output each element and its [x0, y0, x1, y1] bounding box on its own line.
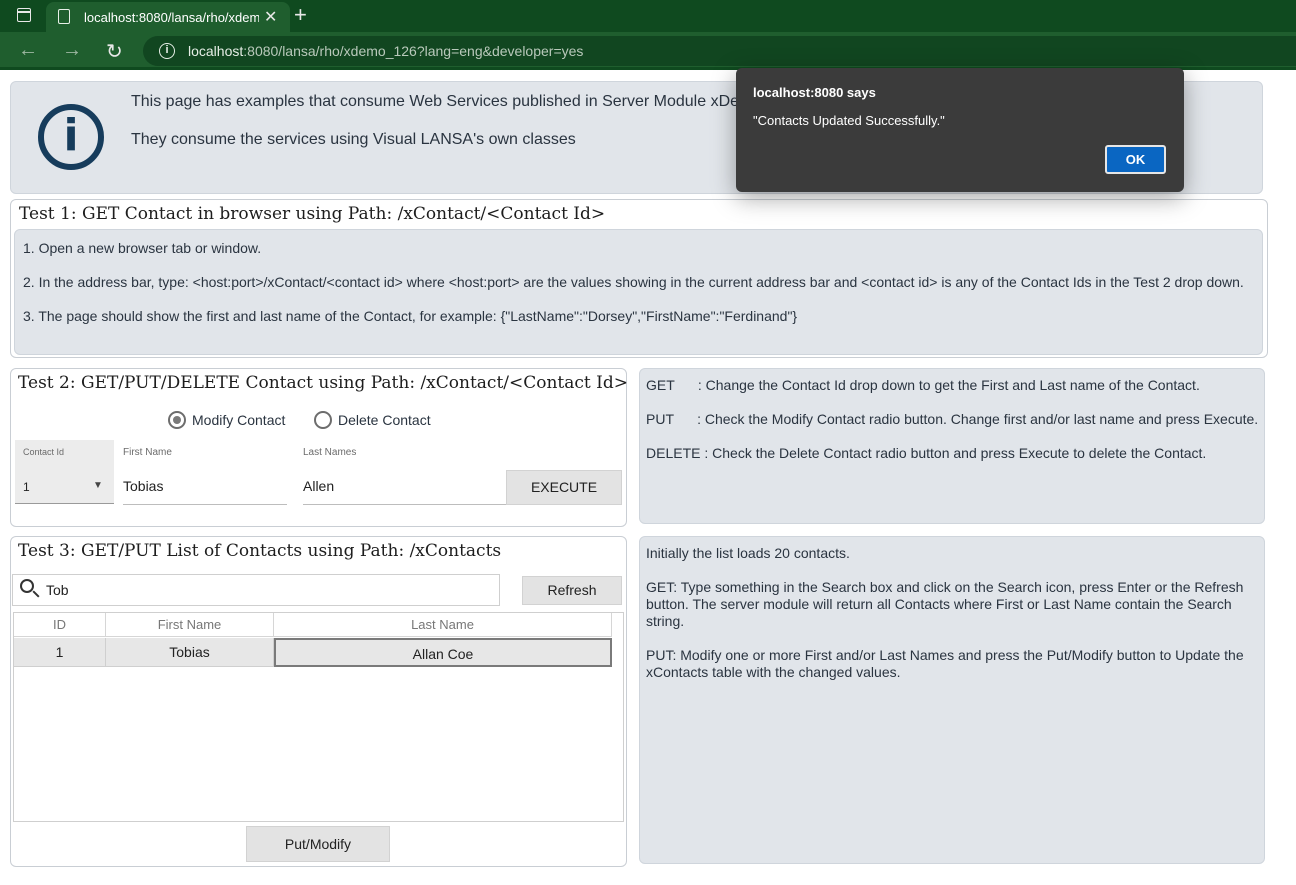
- url-host: localhost: [188, 43, 244, 59]
- tab-title: localhost:8080/lansa/rho/xdemo: [84, 10, 259, 25]
- contact-id-value: 1: [23, 480, 30, 494]
- url-text[interactable]: localhost:8080/lansa/rho/xdemo_126?lang=…: [188, 43, 583, 59]
- column-header-id[interactable]: ID: [14, 613, 106, 637]
- put-modify-button[interactable]: Put/Modify: [246, 826, 390, 862]
- contact-id-dropdown[interactable]: Contact Id 1 ▼: [15, 440, 114, 504]
- close-tab-icon[interactable]: ✕: [264, 7, 277, 27]
- test3-help-put-1: PUT: Modify one or more First and/or Las…: [646, 647, 1244, 663]
- last-names-underline: [303, 504, 523, 505]
- modify-contact-radio[interactable]: [168, 411, 186, 429]
- alert-dialog: localhost:8080 says "Contacts Updated Su…: [736, 68, 1184, 192]
- first-name-underline: [123, 504, 287, 505]
- ok-button[interactable]: OK: [1105, 145, 1166, 174]
- test3-title: Test 3: GET/PUT List of Contacts using P…: [18, 541, 502, 561]
- test2-title: Test 2: GET/PUT/DELETE Contact using Pat…: [18, 373, 628, 393]
- last-names-input[interactable]: Allen: [303, 478, 334, 494]
- column-header-first-name[interactable]: First Name: [106, 613, 274, 637]
- table-cell-id[interactable]: 1: [14, 638, 106, 667]
- address-bar[interactable]: i localhost:8080/lansa/rho/xdemo_126?lan…: [143, 36, 1296, 66]
- table-cell-first-name[interactable]: Tobias: [106, 638, 274, 667]
- dialog-message: "Contacts Updated Successfully.": [753, 113, 945, 128]
- site-info-icon[interactable]: i: [159, 43, 175, 59]
- execute-button[interactable]: EXECUTE: [506, 470, 622, 505]
- intro-line-2: They consume the services using Visual L…: [131, 131, 576, 148]
- test3-help-put-2: xContacts table with the changed values.: [646, 664, 901, 680]
- test1-title: Test 1: GET Contact in browser using Pat…: [19, 204, 606, 224]
- test2-help-put: PUT : Check the Modify Contact radio but…: [646, 411, 1259, 427]
- reload-icon[interactable]: ↻: [106, 39, 123, 64]
- test3-help-get-3: string.: [646, 613, 685, 629]
- first-name-label: First Name: [123, 447, 172, 458]
- search-input[interactable]: Tob: [46, 582, 69, 598]
- search-box: Tob: [12, 574, 500, 606]
- intro-line-1: This page has examples that consume Web …: [131, 93, 753, 110]
- page-icon: [58, 9, 70, 24]
- test1-step-3: 3. The page should show the first and la…: [23, 308, 798, 324]
- new-tab-icon[interactable]: +: [294, 2, 307, 28]
- info-icon: i: [38, 104, 104, 170]
- browser-tab-strip: localhost:8080/lansa/rho/xdemo ✕ +: [0, 0, 1296, 32]
- test2-help-delete: DELETE : Check the Delete Contact radio …: [646, 445, 1207, 461]
- test1-step-1: 1. Open a new browser tab or window.: [23, 240, 262, 256]
- test3-help-line-1: Initially the list loads 20 contacts.: [646, 545, 850, 561]
- search-icon-handle: [32, 590, 40, 598]
- column-header-last-name[interactable]: Last Name: [274, 613, 612, 637]
- test3-help-get-1: GET: Type something in the Search box an…: [646, 579, 1244, 595]
- contact-id-label: Contact Id: [23, 447, 65, 457]
- delete-contact-radio[interactable]: [314, 411, 332, 429]
- last-names-label: Last Names: [303, 447, 357, 458]
- delete-contact-label: Delete Contact: [338, 412, 431, 428]
- modify-contact-label: Modify Contact: [192, 412, 286, 428]
- url-path: :8080/lansa/rho/xdemo_126?lang=eng&devel…: [243, 43, 584, 59]
- back-arrow-icon[interactable]: ←: [18, 39, 38, 62]
- test1-step-2: 2. In the address bar, type: <host:port>…: [23, 274, 1244, 290]
- forward-arrow-icon[interactable]: →: [62, 39, 82, 62]
- browser-toolbar: ← → ↻ i localhost:8080/lansa/rho/xdemo_1…: [0, 32, 1296, 70]
- window-menu-icon[interactable]: [17, 8, 31, 22]
- refresh-button[interactable]: Refresh: [522, 576, 622, 605]
- chevron-down-icon: ▼: [93, 480, 103, 491]
- table-cell-last-name[interactable]: Allan Coe: [274, 638, 612, 667]
- contacts-grid: ID First Name Last Name 1 Tobias Allan C…: [13, 612, 624, 822]
- test2-help-get: GET : Change the Contact Id drop down to…: [646, 377, 1200, 393]
- test3-help-get-2: button. The server module will return al…: [646, 596, 1232, 612]
- browser-tab-active[interactable]: localhost:8080/lansa/rho/xdemo ✕: [46, 2, 290, 32]
- first-name-input[interactable]: Tobias: [123, 478, 163, 494]
- dialog-title: localhost:8080 says: [753, 85, 876, 100]
